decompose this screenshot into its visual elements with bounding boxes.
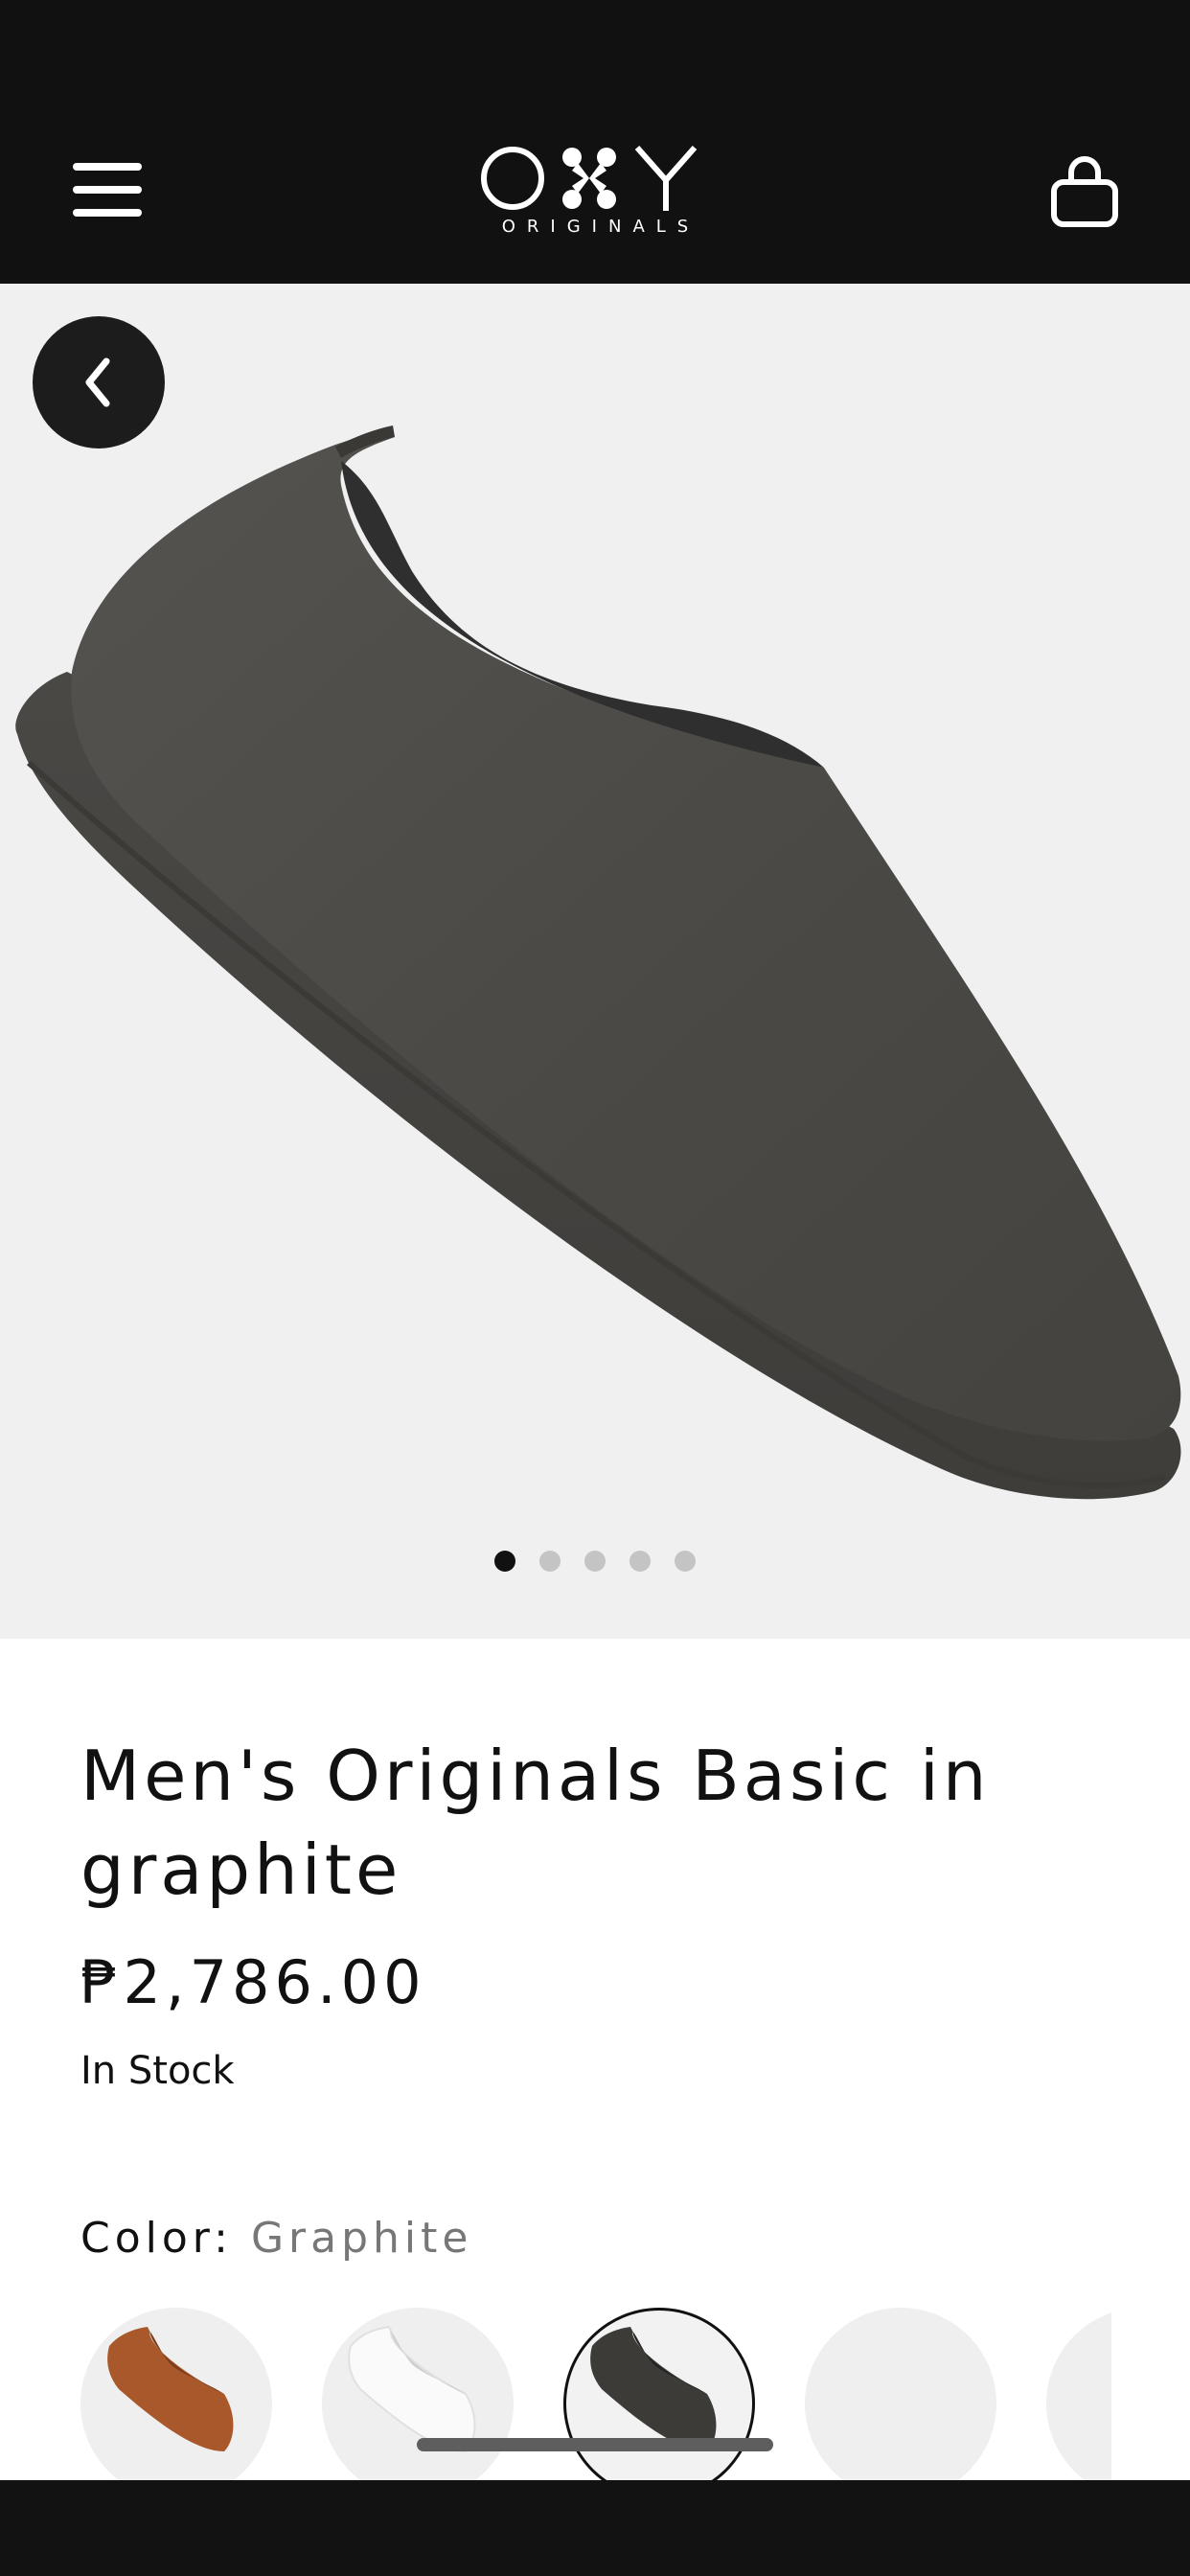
back-button[interactable] xyxy=(33,316,165,448)
carousel-dots xyxy=(0,1551,1190,1572)
hamburger-menu-icon[interactable] xyxy=(73,163,142,217)
color-value: Graphite xyxy=(250,2214,473,2263)
logo-mark xyxy=(478,144,712,213)
home-indicator xyxy=(417,2438,773,2451)
menu-line xyxy=(73,163,142,171)
swatch-white[interactable] xyxy=(322,2308,514,2480)
stock-status: In Stock xyxy=(80,2049,235,2093)
swatch-shoe-image xyxy=(348,2325,476,2453)
swatch-option[interactable] xyxy=(805,2308,996,2480)
color-label: Color: xyxy=(80,2214,233,2263)
swatch-option[interactable] xyxy=(1046,2308,1111,2480)
product-price: ₱2,786.00 xyxy=(80,1947,426,2017)
carousel-dot[interactable] xyxy=(539,1551,561,1572)
logo-letters-graphic xyxy=(481,146,698,211)
product-title: Men's Originals Basic in graphite xyxy=(80,1736,991,1910)
swatch-brown[interactable] xyxy=(80,2308,272,2480)
color-swatches xyxy=(80,2308,1111,2480)
carousel-dot[interactable] xyxy=(494,1551,515,1572)
product-image xyxy=(15,426,1181,1500)
swatch-shoe-image xyxy=(107,2327,234,2451)
product-info: Men's Originals Basic in graphite ₱2,786… xyxy=(0,1639,1190,2480)
bag-graphic xyxy=(1051,156,1118,227)
carousel-dot[interactable] xyxy=(584,1551,606,1572)
logo-subtext: ORIGINALS xyxy=(501,217,700,237)
color-selector-label: Color: Graphite xyxy=(80,2214,472,2263)
bottom-bar xyxy=(0,2480,1190,2576)
product-image-gallery[interactable] xyxy=(0,284,1190,1639)
carousel-dot[interactable] xyxy=(675,1551,696,1572)
top-header: ORIGINALS xyxy=(0,0,1190,284)
shopping-bag-icon[interactable] xyxy=(1046,153,1123,230)
swatch-graphite[interactable] xyxy=(563,2308,755,2480)
menu-line xyxy=(73,209,142,217)
carousel-dot[interactable] xyxy=(629,1551,651,1572)
swatch-shoe-image xyxy=(590,2327,717,2451)
menu-line xyxy=(73,186,142,194)
brand-logo[interactable]: ORIGINALS xyxy=(478,144,712,240)
chevron-left-icon xyxy=(85,357,110,407)
